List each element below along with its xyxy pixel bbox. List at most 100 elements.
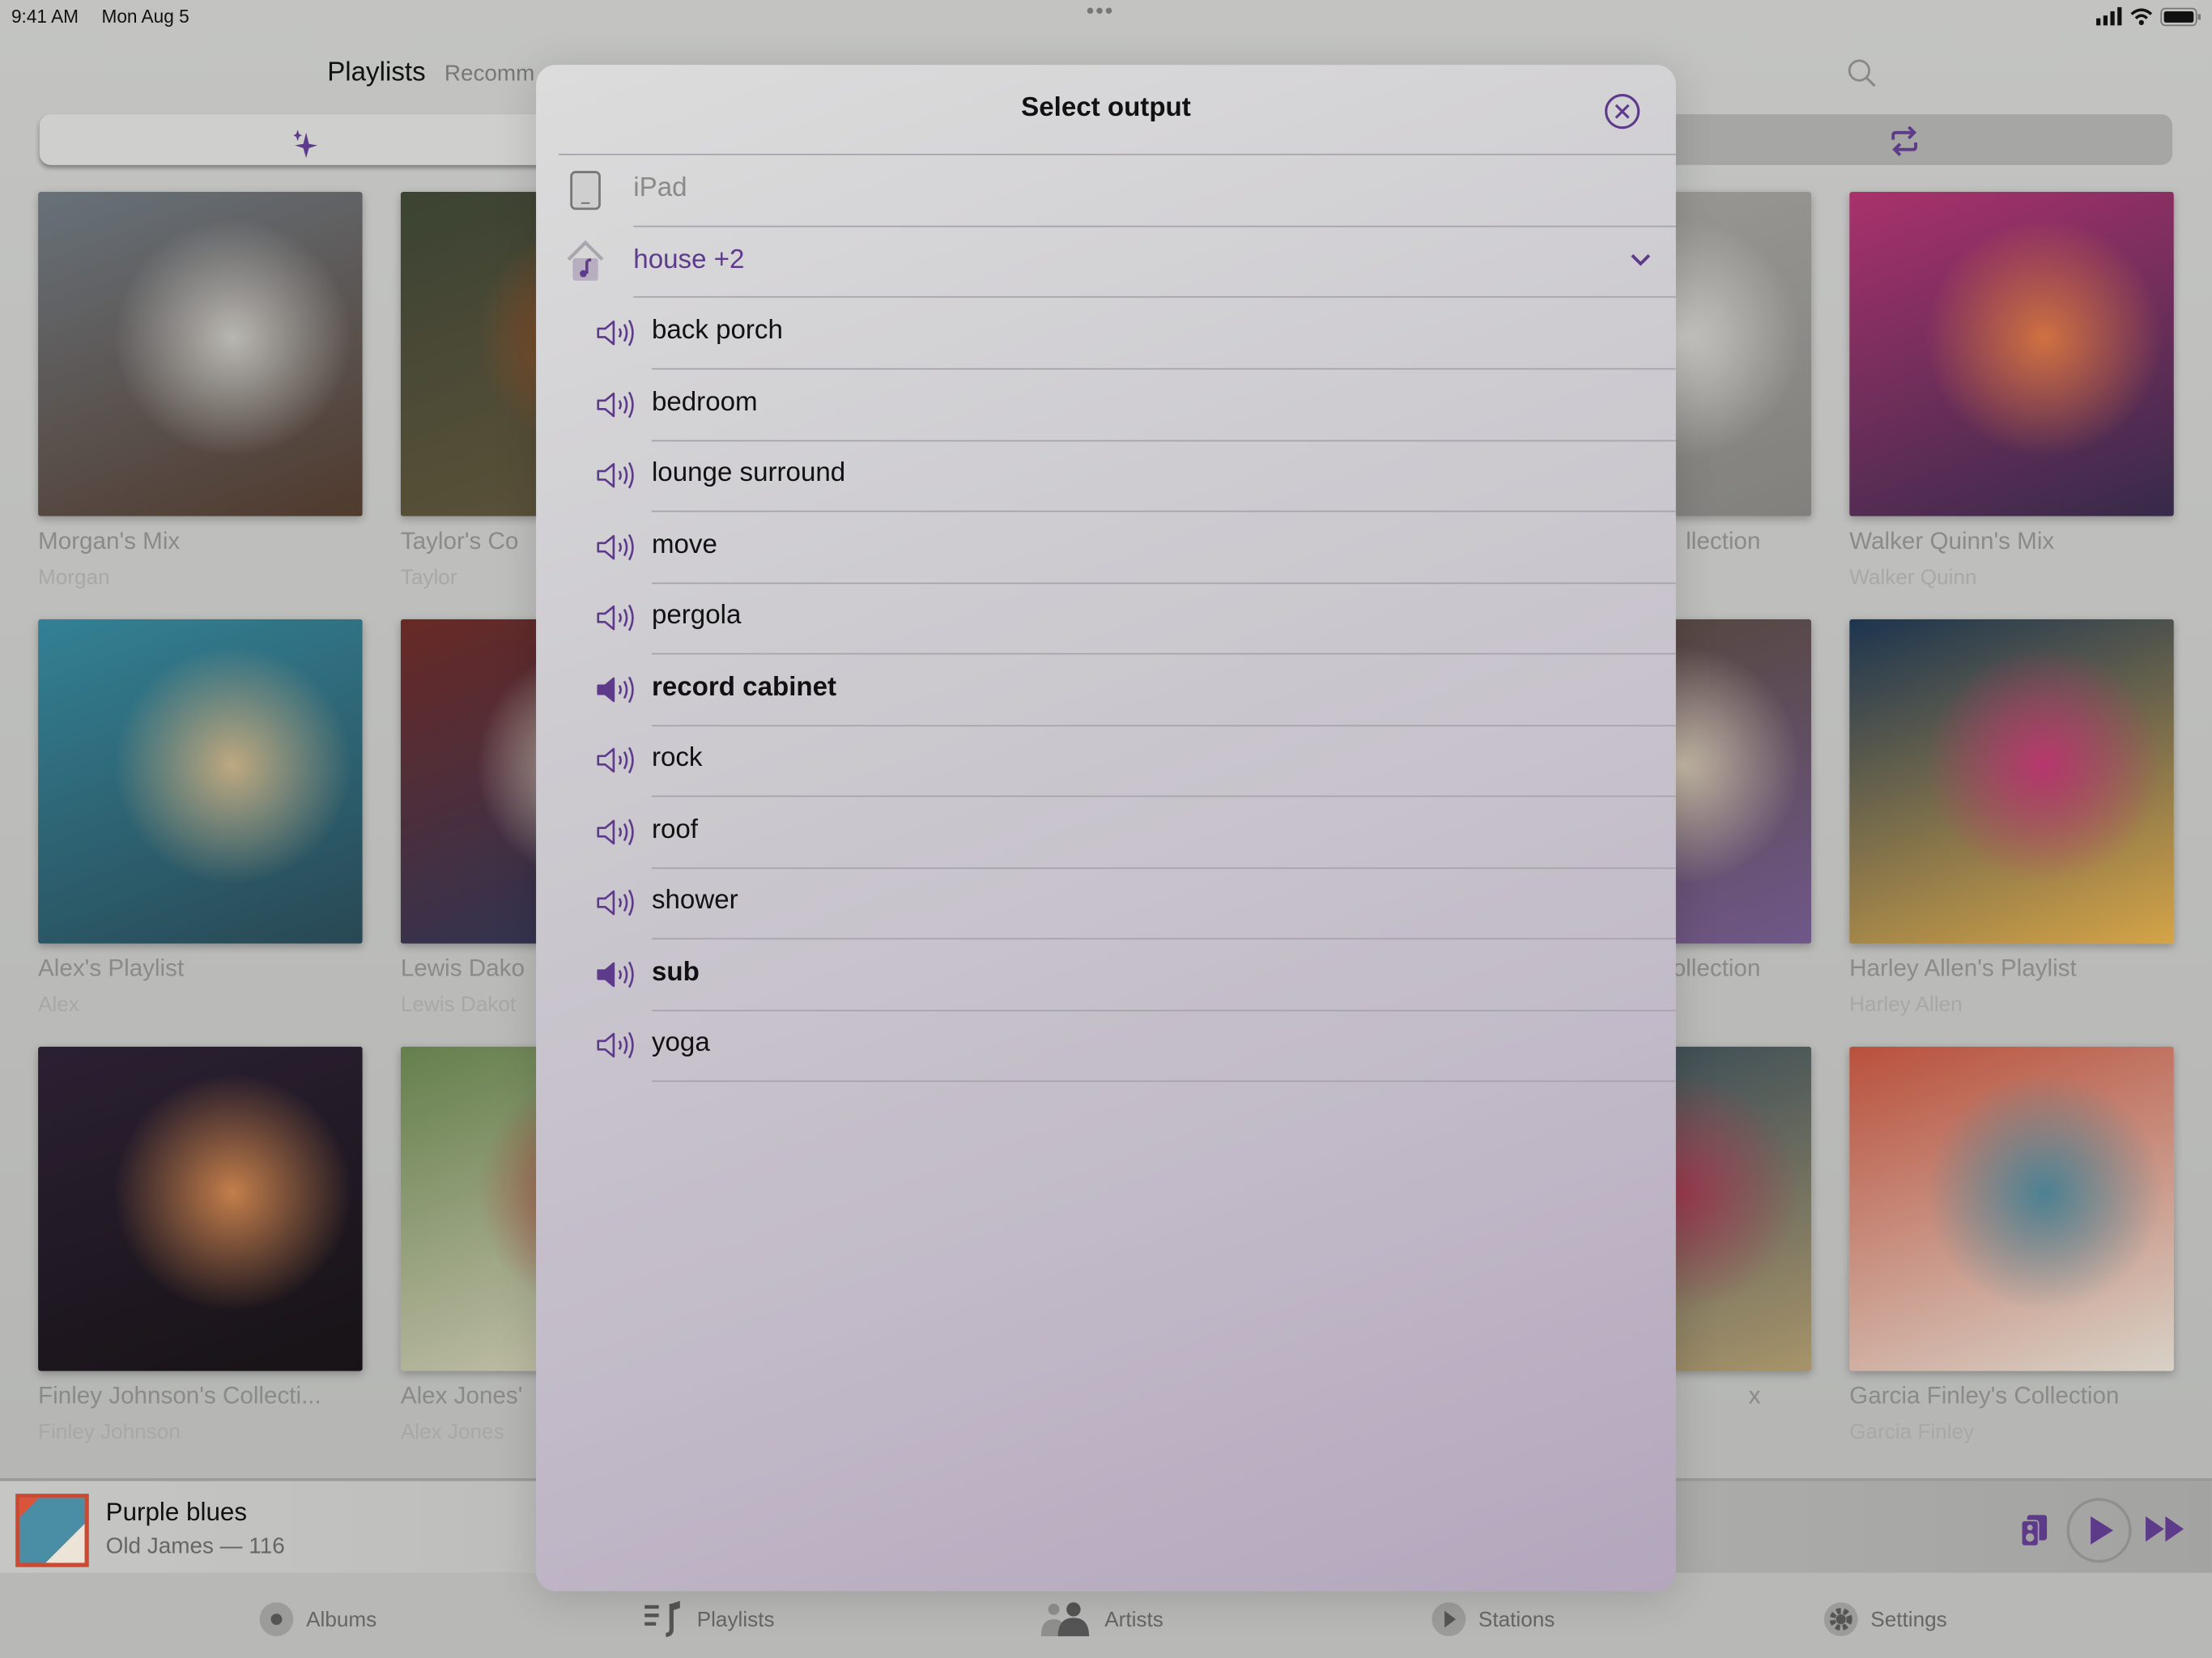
play-button[interactable] — [2066, 1498, 2132, 1563]
speaker-icon — [597, 604, 634, 631]
search-icon[interactable] — [1847, 57, 1878, 88]
tab-label: Artists — [1104, 1607, 1163, 1631]
output-speaker[interactable]: back porch — [536, 298, 1676, 368]
output-label: lounge surround — [651, 458, 846, 488]
tab-albums[interactable]: Albums — [258, 1602, 377, 1637]
now-playing-subtitle: Old James — 116 — [105, 1534, 285, 1559]
fast-forward-icon[interactable] — [2144, 1515, 2186, 1543]
playlist-title[interactable]: Harley Allen's Playlist — [1849, 955, 2077, 984]
record-icon — [259, 1602, 294, 1637]
speaker-icon — [597, 533, 634, 560]
tab-playlists-header[interactable]: Playlists — [327, 57, 425, 88]
playlist-owner: Harley Allen — [1849, 993, 1963, 1018]
now-playing-artwork — [15, 1494, 89, 1567]
speaker-icon — [597, 390, 634, 418]
output-label: shower — [651, 886, 738, 916]
tab-recommended-header[interactable]: Recomm — [445, 62, 535, 87]
playlist-title[interactable]: Garcia Finley's Collection — [1849, 1382, 2119, 1410]
output-label: back porch — [651, 316, 783, 346]
ipad-icon — [570, 171, 601, 210]
tab-label: Stations — [1478, 1607, 1555, 1631]
now-playing-title: Purple blues — [105, 1498, 248, 1527]
output-speaker[interactable]: record cabinet — [536, 654, 1676, 725]
output-label: bedroom — [651, 387, 758, 417]
output-speaker[interactable]: roof — [536, 797, 1676, 867]
tab-stations[interactable]: Stations — [1431, 1602, 1555, 1637]
output-speaker[interactable]: sub — [536, 939, 1676, 1010]
playlist-artwork[interactable] — [1849, 619, 2174, 944]
repeat-icon — [1891, 125, 1917, 157]
playlist-artwork[interactable] — [38, 1046, 363, 1371]
speaker-icon — [597, 461, 634, 489]
status-date: Mon Aug 5 — [101, 5, 189, 28]
playlist-title[interactable]: llection — [1686, 528, 1760, 556]
playlist-owner: Finley Johnson — [38, 1420, 181, 1445]
playlist-owner: Alex Jones — [400, 1420, 504, 1445]
output-speaker[interactable]: yoga — [536, 1010, 1676, 1080]
tab-artists[interactable]: Artists — [1040, 1602, 1163, 1637]
play-icon — [2091, 1516, 2113, 1545]
playlist-owner: Alex — [38, 993, 79, 1018]
playlist-title[interactable]: Alex Jones' — [401, 1382, 523, 1410]
speaker-icon — [597, 889, 634, 916]
signal-icon — [2096, 6, 2122, 26]
sheet-title: Select output — [1021, 92, 1191, 123]
output-label: record cabinet — [651, 672, 837, 702]
multitasking-dots[interactable]: ••• — [1087, 0, 1115, 25]
sparkles-icon — [293, 130, 318, 159]
speaker-output-icon[interactable] — [2020, 1515, 2048, 1546]
divider — [651, 1080, 1676, 1082]
output-speaker[interactable]: lounge surround — [536, 440, 1676, 511]
wifi-icon — [2130, 8, 2153, 26]
output-speaker[interactable]: pergola — [536, 583, 1676, 653]
status-time: 9:41 AM — [11, 5, 79, 28]
tab-label: Playlists — [696, 1607, 775, 1631]
play-circle-icon — [1431, 1602, 1466, 1637]
close-circle-icon[interactable] — [1604, 93, 1640, 130]
output-group-house[interactable]: house +2 — [536, 227, 1676, 298]
speaker-icon — [597, 960, 634, 988]
playlist-title[interactable]: Alex's Playlist — [38, 955, 184, 984]
output-label: rock — [651, 743, 703, 773]
playlist-owner: Walker Quinn — [1849, 565, 1977, 590]
tab-playlists[interactable]: Playlists — [643, 1601, 775, 1637]
gear-icon — [1823, 1602, 1858, 1637]
speaker-icon — [597, 818, 634, 845]
output-label: house +2 — [633, 245, 745, 275]
output-speaker[interactable]: shower — [536, 868, 1676, 938]
battery-icon — [2160, 7, 2201, 27]
output-label: yoga — [651, 1028, 710, 1058]
people-icon — [1040, 1602, 1090, 1637]
speaker-icon — [597, 319, 634, 346]
output-speaker[interactable]: bedroom — [536, 369, 1676, 440]
output-ipad[interactable]: iPad — [536, 155, 1676, 226]
tab-settings[interactable]: Settings — [1823, 1602, 1947, 1637]
home-music-icon — [567, 240, 604, 281]
playlist-artwork[interactable] — [38, 191, 363, 517]
playlist-artwork[interactable] — [38, 619, 363, 944]
repeat-button[interactable] — [1636, 114, 2173, 165]
playlist-title[interactable]: x — [1749, 1382, 1761, 1410]
playlist-title[interactable]: Taylor's Co — [401, 528, 519, 556]
shuffle-smart-button[interactable] — [39, 114, 604, 165]
playlist-title[interactable]: Lewis Dako — [401, 955, 525, 984]
speaker-icon — [597, 746, 634, 774]
playlist-owner: Lewis Dakot — [400, 993, 517, 1018]
playlist-owner: Taylor — [400, 565, 457, 590]
playlist-artwork[interactable] — [1849, 1046, 2174, 1371]
output-speaker[interactable]: move — [536, 512, 1676, 582]
playlist-icon — [644, 1601, 680, 1637]
output-speaker[interactable]: rock — [536, 725, 1676, 796]
app-screen: 9:41 AM Mon Aug 5 ••• Playlists Recomm M… — [0, 0, 2212, 1658]
tab-label: Albums — [306, 1607, 377, 1631]
playlist-title[interactable]: Morgan's Mix — [38, 528, 180, 556]
chevron-down-icon[interactable] — [1629, 253, 1652, 270]
output-label: iPad — [633, 173, 687, 203]
playlist-owner: Garcia Finley — [1849, 1420, 1975, 1445]
speaker-icon — [597, 1031, 634, 1059]
output-label: sub — [651, 957, 700, 987]
playlist-title[interactable]: Walker Quinn's Mix — [1849, 528, 2054, 556]
playlist-title[interactable]: Finley Johnson's Collecti... — [38, 1382, 321, 1410]
playlist-owner: Morgan — [38, 565, 110, 590]
playlist-artwork[interactable] — [1849, 191, 2174, 517]
